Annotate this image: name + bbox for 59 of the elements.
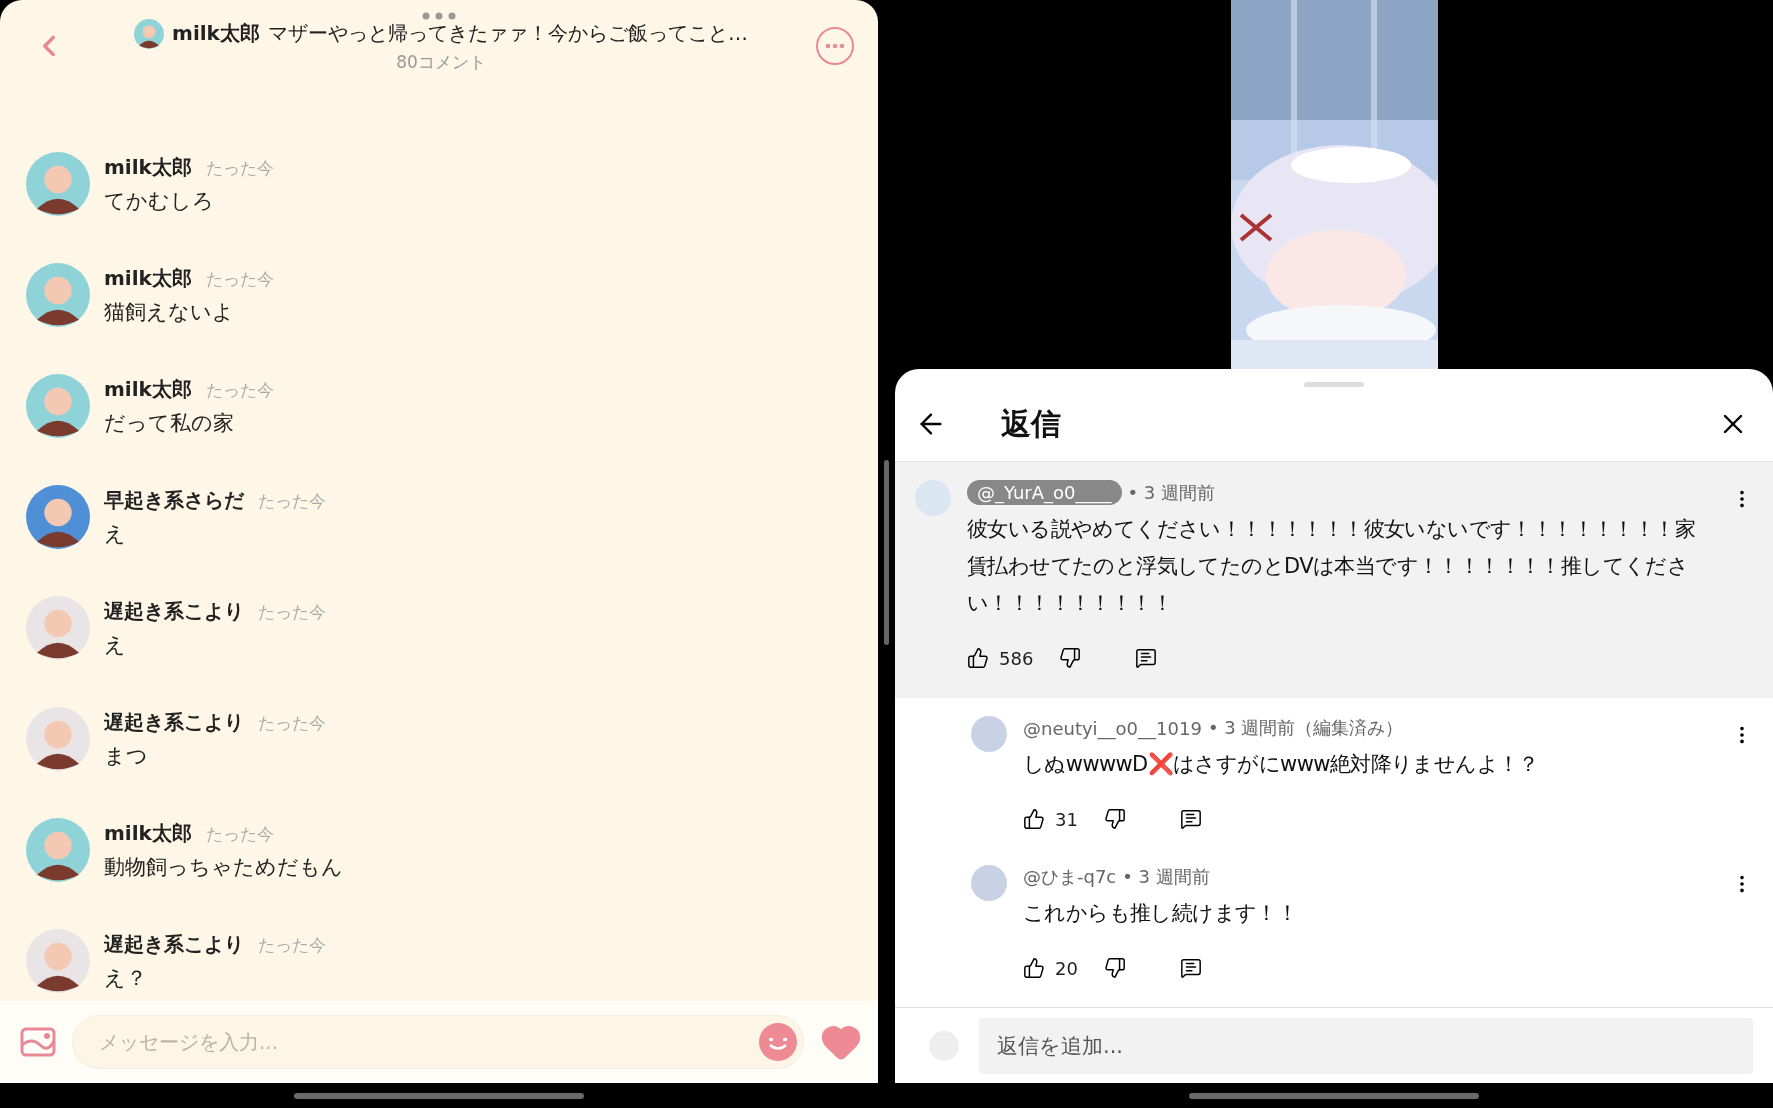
message-time: たった今 — [258, 933, 326, 957]
comment-meta: • 3 週間前（編集済み） — [1207, 716, 1404, 740]
message-time: たった今 — [258, 600, 326, 624]
home-indicator[interactable] — [1189, 1092, 1479, 1099]
dislike-button[interactable] — [1103, 957, 1126, 979]
thread-title: マザーやっと帰ってきたァァ！今からご飯ってこと… — [267, 20, 748, 47]
reply-button[interactable] — [1179, 957, 1202, 979]
message-time: たった今 — [205, 267, 274, 291]
message-time: たった今 — [258, 711, 326, 735]
like-button[interactable] — [1023, 808, 1045, 830]
like-count: 586 — [999, 647, 1034, 669]
user-name: 遅起き系こより — [104, 597, 244, 625]
message-text: 動物飼っちゃためだもん — [104, 853, 343, 881]
comment-count: 80コメント — [396, 50, 486, 74]
dislike-button[interactable] — [1103, 808, 1126, 830]
user-name: milk太郎 — [104, 153, 192, 181]
avatar — [971, 865, 1007, 901]
thread-author: milk太郎 — [172, 20, 260, 47]
message-time: たった今 — [205, 156, 274, 180]
user-name: 遅起き系こより — [104, 930, 244, 958]
like-button[interactable] — [1023, 957, 1045, 979]
message-text: 猫飼えないよ — [104, 298, 235, 326]
split-handle[interactable] — [884, 460, 889, 645]
comment-author[interactable]: @ひま-q7c — [1023, 865, 1117, 889]
user-name: milk太郎 — [104, 264, 192, 292]
message-time: たった今 — [205, 378, 274, 402]
message-text: え — [104, 520, 127, 548]
dislike-button[interactable] — [1059, 647, 1082, 669]
comment-text: しぬwwwwD❌はさすがにwww絶対降りませんよ！？ — [1023, 751, 1540, 778]
comment-author[interactable]: @_YurA_o0____ — [967, 480, 1122, 505]
comment-text: 彼女いる説やめてください！！！！！！！彼女いないです！！！！！！！！家賃払わせてたのと浮気してたのとDVは本当です！！！！！！！推してください！！！！！！！！！ — [967, 516, 1696, 617]
message-text: え？ — [104, 964, 148, 992]
drag-handle[interactable] — [1304, 382, 1364, 387]
message-field[interactable]: メッセージを入力... — [72, 1015, 804, 1069]
avatar — [971, 716, 1007, 752]
comment-meta: • 3 週間前 — [1127, 480, 1216, 505]
like-button[interactable] — [967, 647, 989, 669]
like-count: 20 — [1055, 957, 1078, 979]
message-text: まつ — [104, 742, 149, 770]
user-name: milk太郎 — [104, 375, 192, 403]
like-count: 31 — [1055, 808, 1078, 830]
reply-button[interactable] — [1135, 647, 1158, 669]
comment-text: これからも推し続けます！！ — [1023, 900, 1299, 927]
user-name: milk太郎 — [104, 819, 192, 847]
user-name: 早起き系さらだ — [104, 486, 244, 514]
message-text: だって私の家 — [104, 409, 235, 437]
comment-meta: • 3 週間前 — [1122, 865, 1210, 889]
message-text: え — [104, 631, 127, 659]
reply-field[interactable]: 返信を追加... — [979, 1017, 1753, 1074]
message-text: てかむしろ — [104, 187, 215, 215]
home-indicator[interactable] — [294, 1092, 584, 1099]
comment-author[interactable]: @neutyi__o0__1019 — [1023, 717, 1202, 739]
sheet-title: 返信 — [1001, 404, 1062, 443]
avatar — [134, 18, 165, 49]
reply-button[interactable] — [1179, 808, 1202, 830]
message-time: たった今 — [258, 489, 326, 513]
window-handle-icon[interactable] — [422, 12, 456, 20]
message-time: たった今 — [205, 822, 274, 846]
user-name: 遅起き系こより — [104, 708, 244, 736]
